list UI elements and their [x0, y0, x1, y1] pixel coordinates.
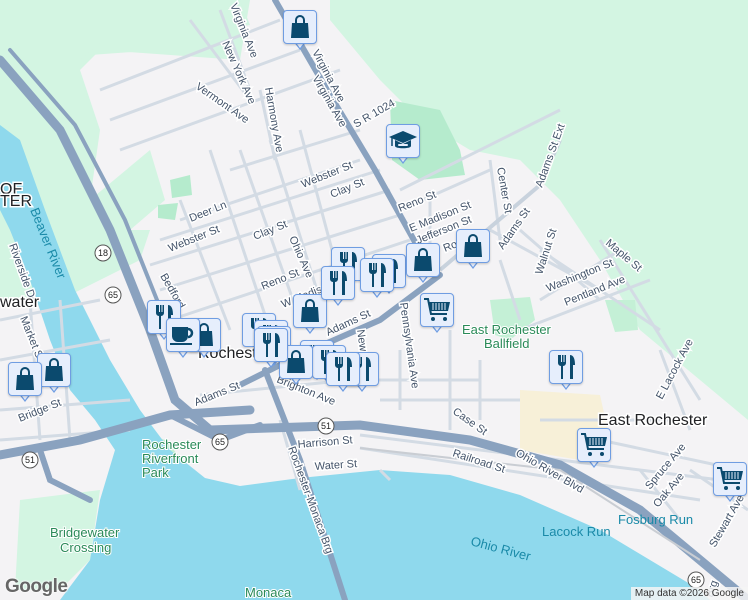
svg-text:New: New — [354, 329, 369, 353]
restaurant-marker[interactable] — [360, 258, 394, 300]
svg-text:Adams St: Adams St — [193, 380, 242, 409]
shopping-marker[interactable] — [456, 229, 490, 271]
svg-text:51: 51 — [321, 421, 331, 431]
svg-text:Harrison St: Harrison St — [297, 434, 353, 451]
cafe-icon — [166, 318, 200, 352]
restaurant-marker[interactable] — [549, 350, 583, 392]
svg-text:Case St: Case St — [450, 406, 489, 438]
shopping-icon — [406, 243, 440, 277]
svg-text:Monaca: Monaca — [245, 585, 292, 600]
restaurant-icon — [360, 258, 394, 292]
svg-text:65: 65 — [108, 290, 118, 300]
restaurant-icon — [326, 352, 360, 386]
shopping-marker[interactable] — [406, 243, 440, 285]
grocery-marker[interactable] — [577, 428, 611, 470]
svg-text:65: 65 — [215, 437, 225, 447]
grocery-marker[interactable] — [713, 462, 747, 504]
shopping-icon — [456, 229, 490, 263]
restaurant-icon — [254, 328, 288, 362]
grocery-marker[interactable] — [420, 293, 454, 335]
restaurant-marker[interactable] — [254, 328, 288, 370]
svg-text:East Rochester: East Rochester — [598, 412, 708, 429]
grocery-icon — [577, 428, 611, 462]
svg-text:Park: Park — [142, 465, 169, 480]
svg-text:Lacock Run: Lacock Run — [542, 524, 611, 539]
svg-text:Ballfield: Ballfield — [484, 336, 530, 351]
svg-text:Reno St: Reno St — [260, 267, 301, 293]
svg-text:Crossing: Crossing — [60, 540, 111, 555]
route-shield-18: 18 — [94, 244, 112, 262]
svg-text:Walnut St: Walnut St — [533, 227, 559, 276]
school-marker[interactable] — [386, 124, 420, 166]
shopping-marker[interactable] — [37, 353, 71, 395]
shopping-icon — [37, 353, 71, 387]
svg-text:Bridgewater: Bridgewater — [50, 525, 120, 540]
shopping-icon — [8, 362, 42, 396]
route-shield-51: 51 — [317, 417, 335, 435]
svg-text:Fosburg Run: Fosburg Run — [618, 512, 693, 527]
restaurant-marker[interactable] — [326, 352, 360, 394]
svg-text:Rochester: Rochester — [142, 437, 202, 452]
svg-text:Water St: Water St — [314, 458, 357, 473]
restaurant-icon — [321, 266, 355, 300]
route-shield-65: 65 — [211, 433, 229, 451]
map-attribution[interactable]: Map data ©2026 Google — [630, 587, 748, 600]
svg-text:East Rochester: East Rochester — [462, 322, 552, 337]
restaurant-icon — [549, 350, 583, 384]
shopping-marker[interactable] — [283, 10, 317, 52]
cafe-marker[interactable] — [166, 318, 200, 360]
route-shield-65: 65 — [104, 286, 122, 304]
shopping-marker[interactable] — [8, 362, 42, 404]
school-icon — [386, 124, 420, 158]
shopping-icon — [283, 10, 317, 44]
route-shield-65: 65 — [687, 571, 705, 589]
svg-text:Riverfront: Riverfront — [142, 451, 199, 466]
grocery-icon — [420, 293, 454, 327]
svg-text:51: 51 — [25, 455, 35, 465]
route-shield-51: 51 — [21, 451, 39, 469]
svg-text:65: 65 — [691, 575, 701, 585]
svg-text:water: water — [0, 294, 40, 311]
map-canvas[interactable]: 18 65 65 65 51 51 Virginia Ave Virginia … — [0, 0, 748, 600]
svg-text:TER: TER — [0, 193, 32, 210]
svg-text:Reno St: Reno St — [397, 189, 438, 215]
svg-text:18: 18 — [98, 248, 108, 258]
restaurant-marker[interactable] — [321, 266, 355, 308]
grocery-icon — [713, 462, 747, 496]
google-logo: Google — [5, 576, 68, 597]
